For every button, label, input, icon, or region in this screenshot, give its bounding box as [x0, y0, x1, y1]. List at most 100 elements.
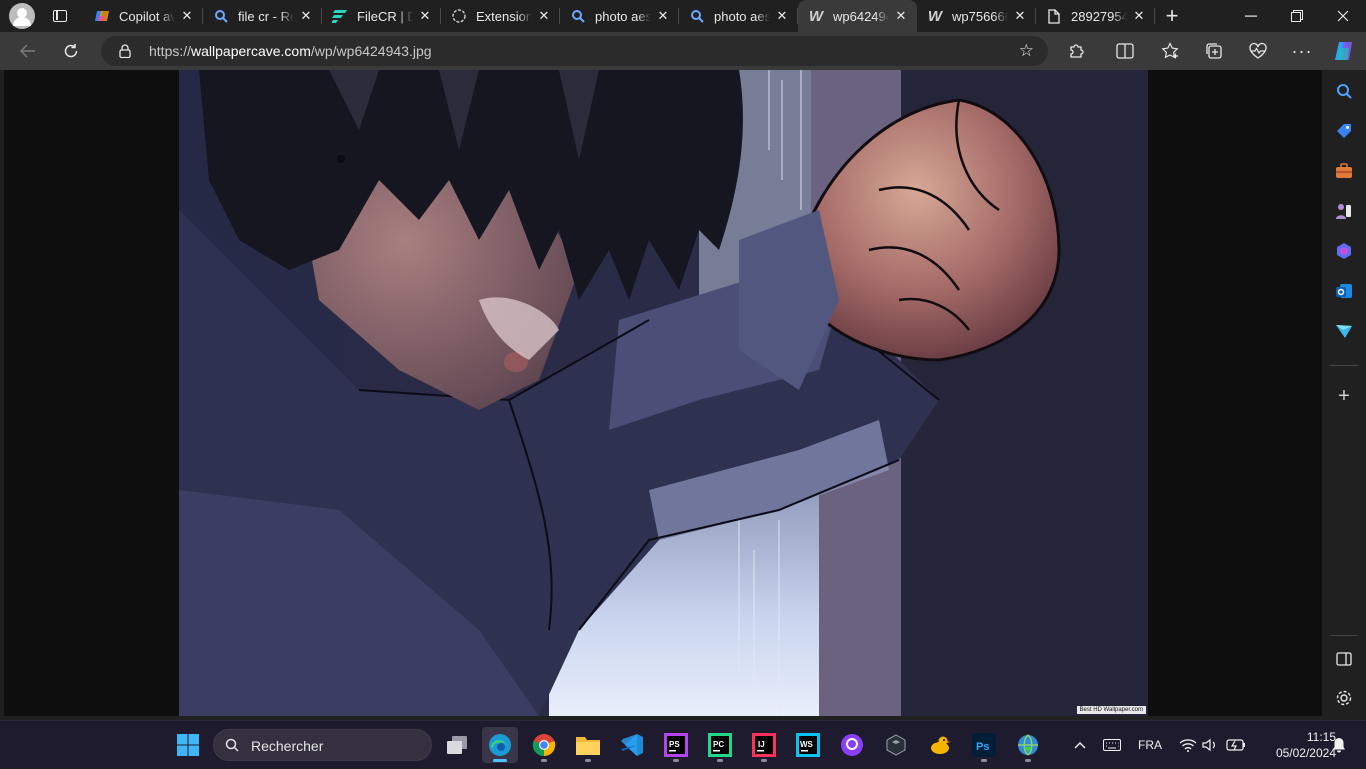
tab-copilot[interactable]: Copilot avec Bing Chat ✕ [84, 0, 203, 32]
sidebar-divider [1330, 635, 1358, 636]
send-icon[interactable] [1333, 320, 1355, 342]
copilot-icon [1335, 42, 1352, 60]
windows-taskbar: Rechercher PS PC IJ WS Ps FRA 11:15 05/0… [0, 720, 1366, 768]
url-host: wallpapercave.com [191, 43, 311, 59]
close-icon[interactable]: ✕ [1131, 8, 1147, 24]
close-icon[interactable]: ✕ [298, 8, 314, 24]
battery-icon[interactable] [1224, 721, 1248, 769]
tab-label: FileCR | Download [357, 8, 413, 24]
new-tab-button[interactable]: + [1160, 3, 1184, 28]
wifi-icon[interactable] [1176, 721, 1200, 769]
notifications-button[interactable] [1328, 721, 1350, 769]
close-icon[interactable]: ✕ [655, 8, 671, 24]
taskbar-idm[interactable] [1010, 727, 1046, 763]
chrome-icon [532, 734, 556, 757]
games-icon[interactable] [1333, 200, 1355, 222]
split-screen-button[interactable] [1110, 36, 1140, 66]
split-icon[interactable] [1333, 648, 1355, 670]
close-window-button[interactable] [1320, 0, 1366, 32]
chevron-up-icon [1074, 742, 1086, 749]
wallpapercave-icon: W [808, 7, 824, 25]
address-bar[interactable]: https://wallpapercave.com/wp/wp6424943.j… [101, 36, 1048, 66]
add-icon[interactable]: + [1333, 385, 1355, 407]
close-icon[interactable]: ✕ [1012, 8, 1028, 24]
favorite-star-icon[interactable]: ☆ [1019, 41, 1034, 61]
copilot-sidebar-button[interactable] [1329, 36, 1359, 66]
tab-search-filecr[interactable]: file cr - Recherche ✕ [203, 0, 322, 32]
close-icon[interactable]: ✕ [417, 8, 433, 24]
taskbar-vscode[interactable] [614, 727, 650, 763]
collections-button[interactable] [1199, 36, 1229, 66]
svg-text:PC: PC [713, 740, 724, 749]
outlook-icon[interactable] [1333, 280, 1355, 302]
refresh-button[interactable] [56, 36, 86, 66]
tab-photo-aesthetic-1[interactable]: photo aesthetic ✕ [560, 0, 679, 32]
svg-text:PS: PS [669, 740, 680, 749]
m365-icon[interactable] [1333, 240, 1355, 262]
system-clock[interactable]: 11:15 05/02/2024 [1250, 729, 1336, 761]
taskbar-intellij[interactable]: IJ [746, 727, 782, 763]
folder-icon [576, 737, 600, 755]
extensions-button[interactable] [1062, 36, 1092, 66]
minimize-button[interactable] [1228, 0, 1274, 32]
browser-essentials-button[interactable] [1243, 36, 1273, 66]
show-hidden-icons-button[interactable] [1068, 721, 1092, 769]
task-view-icon [447, 736, 467, 754]
favorites-button[interactable] [1155, 36, 1185, 66]
phpstorm-icon: PS [664, 733, 688, 757]
tab-filecr[interactable]: FileCR | Download ✕ [322, 0, 441, 32]
taskbar-edge[interactable] [482, 727, 518, 763]
puzzle-icon [1070, 44, 1084, 58]
tab-photo-aesthetic-2[interactable]: photo aesthetic ✕ [679, 0, 798, 32]
taskbar-unity[interactable] [878, 727, 914, 763]
wallpaper-image: Best HD Wallpaper.com [179, 70, 1148, 716]
close-icon[interactable]: ✕ [893, 8, 909, 24]
taskbar-cyberduck[interactable] [922, 727, 958, 763]
bell-icon [1333, 738, 1345, 753]
taskbar-file-explorer[interactable] [570, 727, 606, 763]
search-icon[interactable] [1333, 80, 1355, 102]
tab-label: 28927954 [1071, 8, 1127, 24]
taskbar-pycharm[interactable]: PC [702, 727, 738, 763]
tag-icon[interactable] [1333, 120, 1355, 142]
taskbar-webstorm[interactable]: WS [790, 727, 826, 763]
restore-button[interactable] [1274, 0, 1320, 32]
heart-pulse-icon [1249, 42, 1267, 59]
taskbar-search-box[interactable]: Rechercher [213, 729, 432, 761]
wallpapercave-icon: W [927, 7, 943, 25]
vscode-icon [621, 734, 643, 756]
url-scheme: https:// [149, 43, 192, 59]
tab-actions-button[interactable] [47, 5, 73, 27]
language-indicator[interactable]: FRA [1134, 721, 1166, 769]
close-icon [1337, 10, 1349, 22]
volume-icon[interactable] [1200, 721, 1220, 769]
tab-wp6424943[interactable]: W wp6424943.jpg ✕ [798, 0, 917, 32]
tab-28927954[interactable]: 28927954 ✕ [1036, 0, 1155, 32]
tab-label: photo aesthetic [714, 8, 770, 24]
tab-wp7566666[interactable]: W wp7566666.jpg ✕ [917, 0, 1036, 32]
toolbox-icon[interactable] [1333, 160, 1355, 182]
task-view-button[interactable] [439, 727, 475, 763]
taskbar-github-desktop[interactable] [834, 727, 870, 763]
extensions-icon [451, 8, 467, 24]
more-options-button[interactable]: ··· [1287, 36, 1317, 66]
start-button[interactable] [170, 727, 206, 763]
keyboard-button[interactable] [1100, 721, 1124, 769]
keyboard-icon [1103, 739, 1121, 751]
tab-extensions[interactable]: Extensions ✕ [441, 0, 560, 32]
tab-strip: Copilot avec Bing Chat ✕ file cr - Reche… [0, 0, 1366, 32]
filecr-icon [332, 8, 348, 24]
close-icon[interactable]: ✕ [179, 8, 195, 24]
settings-icon[interactable] [1333, 687, 1355, 709]
tab-label: wp6424943.jpg [833, 8, 889, 24]
favorites-star-icon [1161, 42, 1179, 59]
close-icon[interactable]: ✕ [774, 8, 790, 24]
search-placeholder: Rechercher [251, 738, 324, 754]
close-icon[interactable]: ✕ [536, 8, 552, 24]
back-button[interactable] [13, 36, 43, 66]
taskbar-photoshop[interactable]: Ps [966, 727, 1002, 763]
taskbar-phpstorm[interactable]: PS [658, 727, 694, 763]
profile-avatar-icon[interactable] [9, 3, 35, 29]
cube-icon [886, 734, 906, 756]
taskbar-chrome[interactable] [526, 727, 562, 763]
